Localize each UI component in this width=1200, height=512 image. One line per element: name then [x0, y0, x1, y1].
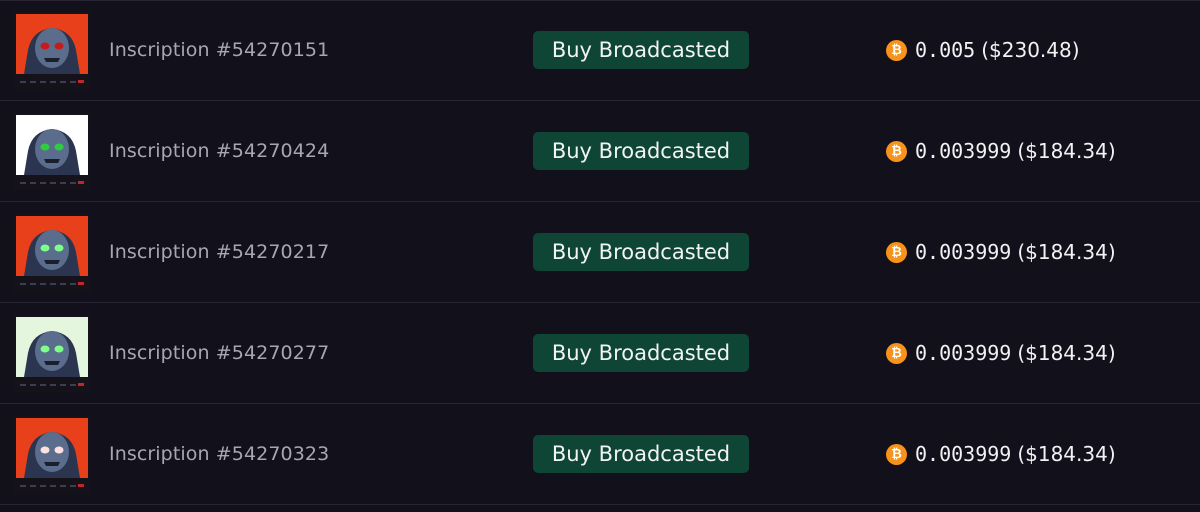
bitcoin-icon: ₿ — [886, 241, 907, 263]
bitcoin-icon: ₿ — [886, 342, 907, 364]
inscription-thumbnail[interactable] — [14, 416, 90, 493]
list-item[interactable]: Inscription #54270277 Buy Broadcasted ₿ … — [0, 303, 1200, 404]
inscription-thumbnail[interactable] — [14, 315, 90, 392]
list-item[interactable]: Inscription #54270424 Buy Broadcasted ₿ … — [0, 101, 1200, 202]
inscription-name[interactable]: Inscription #54270323 — [109, 443, 329, 465]
usd-amount: ($230.48) — [981, 38, 1080, 62]
buy-broadcasted-badge[interactable]: Buy Broadcasted — [533, 334, 749, 372]
buy-broadcasted-badge[interactable]: Buy Broadcasted — [533, 233, 749, 271]
usd-amount: ($184.34) — [1017, 139, 1116, 163]
usd-amount: ($184.34) — [1017, 341, 1116, 365]
price: ₿ 0.003999 ($184.34) — [886, 341, 1116, 365]
inscription-thumbnail[interactable] — [14, 12, 90, 89]
inscription-thumbnail[interactable] — [14, 113, 90, 190]
price: ₿ 0.005 ($230.48) — [886, 38, 1080, 62]
bitcoin-icon: ₿ — [886, 443, 907, 465]
btc-amount: 0.003999 — [915, 139, 1012, 163]
btc-amount: 0.003999 — [915, 341, 1012, 365]
inscription-name[interactable]: Inscription #54270424 — [109, 140, 329, 162]
price: ₿ 0.003999 ($184.34) — [886, 139, 1116, 163]
bitcoin-icon: ₿ — [886, 39, 907, 61]
list-item[interactable]: Inscription #54270217 Buy Broadcasted ₿ … — [0, 202, 1200, 303]
buy-broadcasted-badge[interactable]: Buy Broadcasted — [533, 31, 749, 69]
buy-broadcasted-badge[interactable]: Buy Broadcasted — [533, 435, 749, 473]
activity-list: Inscription #54270151 Buy Broadcasted ₿ … — [0, 0, 1200, 512]
btc-amount: 0.005 — [915, 38, 976, 62]
inscription-thumbnail[interactable] — [14, 214, 90, 291]
list-item[interactable]: Inscription #54270151 Buy Broadcasted ₿ … — [0, 0, 1200, 101]
list-item[interactable]: Inscription #54270323 Buy Broadcasted ₿ … — [0, 404, 1200, 505]
usd-amount: ($184.34) — [1017, 442, 1116, 466]
buy-broadcasted-badge[interactable]: Buy Broadcasted — [533, 132, 749, 170]
btc-amount: 0.003999 — [915, 442, 1012, 466]
btc-amount: 0.003999 — [915, 240, 1012, 264]
inscription-name[interactable]: Inscription #54270151 — [109, 39, 329, 61]
bitcoin-icon: ₿ — [886, 140, 907, 162]
price: ₿ 0.003999 ($184.34) — [886, 240, 1116, 264]
inscription-name[interactable]: Inscription #54270217 — [109, 241, 329, 263]
usd-amount: ($184.34) — [1017, 240, 1116, 264]
price: ₿ 0.003999 ($184.34) — [886, 442, 1116, 466]
inscription-name[interactable]: Inscription #54270277 — [109, 342, 329, 364]
